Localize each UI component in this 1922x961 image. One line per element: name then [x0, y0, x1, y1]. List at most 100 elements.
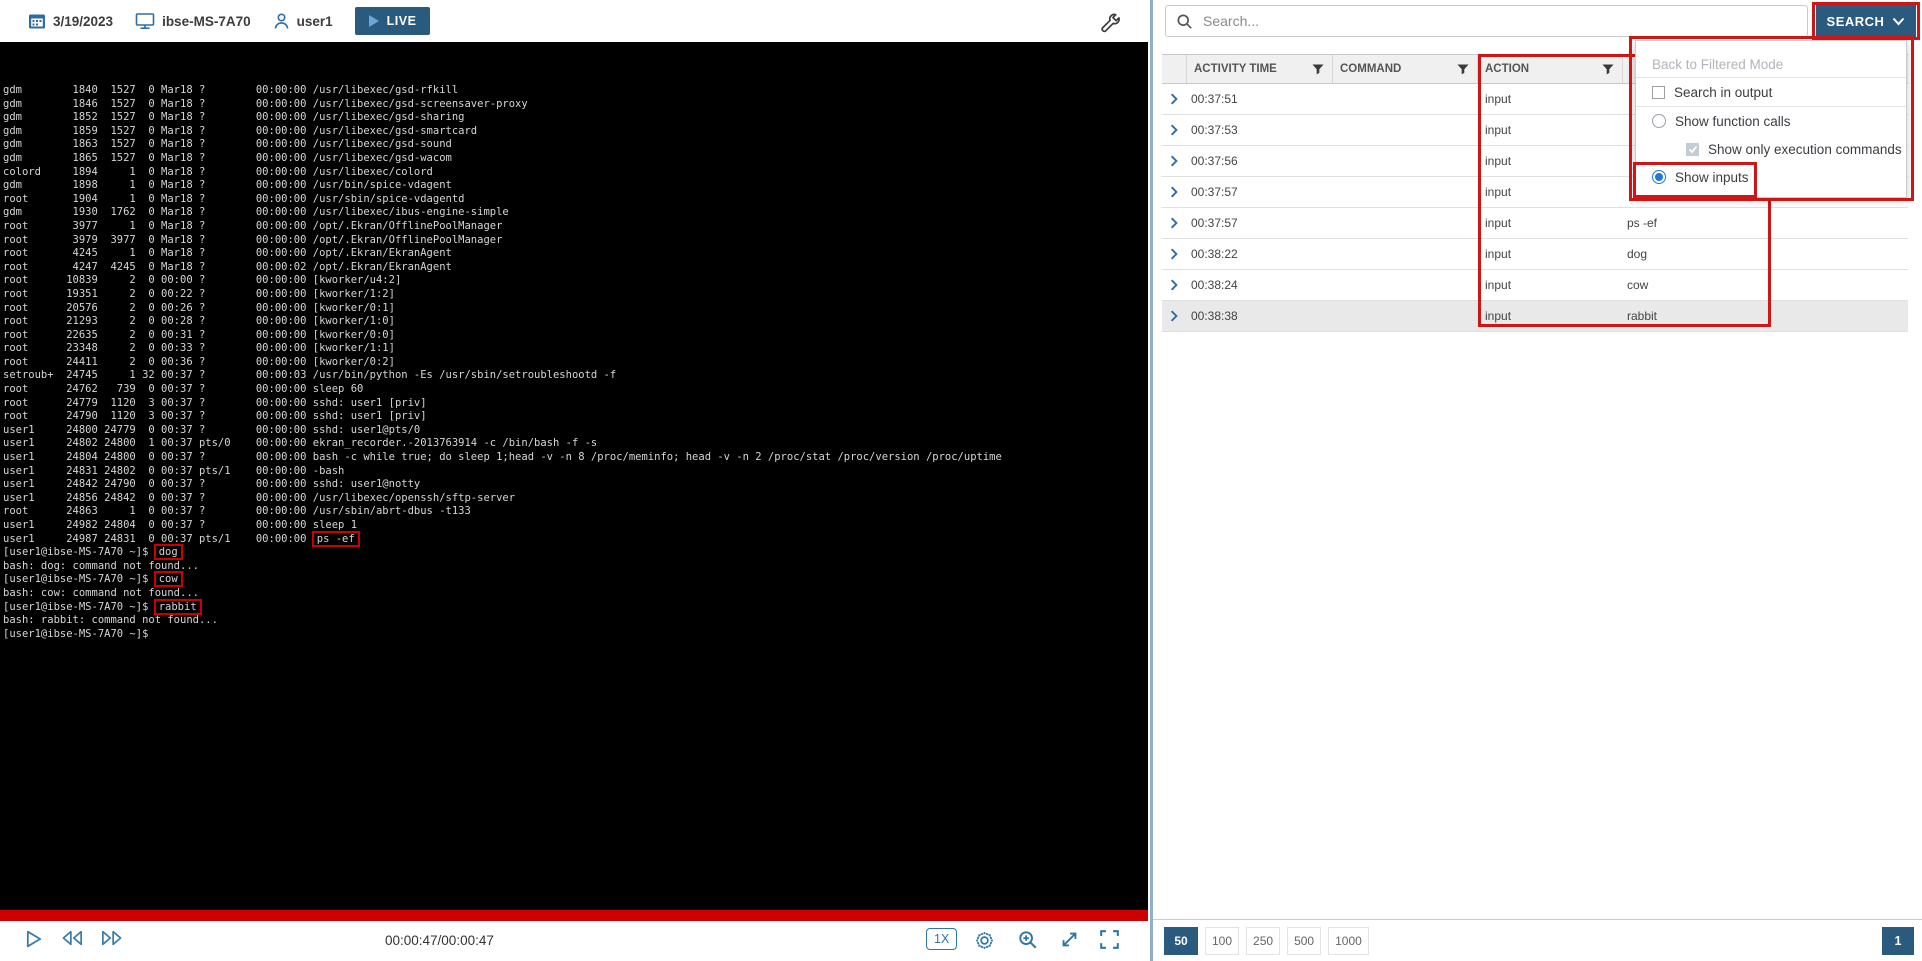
gear-icon[interactable] [974, 930, 995, 951]
search-bar [1165, 5, 1808, 37]
live-button[interactable]: LIVE [355, 7, 431, 35]
search-input[interactable] [1201, 12, 1807, 30]
terminal-line: [user1@ibse-MS-7A70 ~]$ cow [3, 573, 1148, 587]
page-size-50-button[interactable]: 50 [1164, 927, 1198, 955]
cell-activity-time: 00:38:38 [1186, 301, 1332, 331]
page-size-buttons: 501002505001000 [1164, 927, 1376, 955]
terminal-line: user1 24982 24804 0 00:37 ? 00:00:00 sle… [3, 519, 1148, 533]
terminal-line: gdm 1863 1527 0 Mar18 ? 00:00:00 /usr/li… [3, 138, 1148, 152]
cell-command [1332, 146, 1477, 176]
row-expand-chevron-icon[interactable] [1162, 239, 1186, 269]
search-icon [1176, 13, 1193, 30]
row-expand-chevron-icon[interactable] [1162, 208, 1186, 238]
terminal-line: root 22635 2 0 00:31 ? 00:00:00 [kworker… [3, 329, 1148, 343]
filter-funnel-icon[interactable] [1602, 64, 1614, 75]
cell-action: input [1477, 301, 1622, 331]
menu-item-show-only-execution-commands[interactable]: Show only execution commands [1636, 135, 1906, 163]
checkbox-checked-icon[interactable] [1686, 143, 1699, 156]
terminal-line: user1 24842 24790 0 00:37 ? 00:00:00 ssh… [3, 478, 1148, 492]
cell-action: input [1477, 270, 1622, 300]
cell-command [1332, 115, 1477, 145]
session-host: ibse-MS-7A70 [135, 12, 251, 30]
table-row[interactable]: 00:38:38 inputrabbit [1162, 301, 1908, 332]
playback-controls: 00:00:47/00:00:47 1X [0, 921, 1148, 961]
filter-funnel-icon[interactable] [1457, 64, 1469, 75]
menu-item-label: Show inputs [1675, 170, 1749, 185]
current-page-button[interactable]: 1 [1882, 927, 1914, 955]
row-expand-chevron-icon[interactable] [1162, 115, 1186, 145]
session-user: user1 [273, 12, 333, 30]
wrench-icon[interactable] [1100, 12, 1122, 34]
column-header-activity-time[interactable]: ACTIVITY TIME [1186, 55, 1332, 83]
zoom-in-icon[interactable] [1018, 930, 1038, 950]
cell-activity-time: 00:37:51 [1186, 84, 1332, 114]
playback-progress-bar[interactable] [0, 910, 1148, 921]
cell-action: input [1477, 115, 1622, 145]
terminal-line: gdm 1930 1762 0 Mar18 ? 00:00:00 /usr/li… [3, 206, 1148, 220]
session-user-label: user1 [297, 14, 333, 29]
cell-action: input [1477, 146, 1622, 176]
playback-speed-button[interactable]: 1X [926, 928, 957, 950]
action-header-label: ACTION [1485, 63, 1529, 75]
terminal-line: root 20576 2 0 00:26 ? 00:00:00 [kworker… [3, 302, 1148, 316]
highlighted-command: dog [154, 544, 183, 560]
terminal-line: root 24411 2 0 00:36 ? 00:00:00 [kworker… [3, 356, 1148, 370]
terminal-line: gdm 1865 1527 0 Mar18 ? 00:00:00 /usr/li… [3, 152, 1148, 166]
cell-action: input [1477, 177, 1622, 207]
menu-item-show-inputs[interactable]: Show inputs [1636, 163, 1906, 191]
checkbox-icon[interactable] [1652, 86, 1665, 99]
table-row[interactable]: 00:38:22inputdog [1162, 239, 1908, 270]
fast-forward-button[interactable] [100, 930, 124, 946]
radio-selected-icon[interactable] [1652, 170, 1666, 184]
cell-parameters: rabbit [1622, 301, 1908, 331]
menu-item-show-function-calls[interactable]: Show function calls [1636, 107, 1906, 135]
filter-funnel-icon[interactable] [1312, 64, 1324, 75]
rewind-button[interactable] [60, 930, 84, 946]
terminal-screen: gdm 1840 1527 0 Mar18 ? 00:00:00 /usr/li… [0, 42, 1148, 910]
row-expand-chevron-icon[interactable] [1162, 270, 1186, 300]
session-player-app: 3/19/2023 ibse-MS-7A70 user1 LIVE gdm 18… [0, 0, 1922, 961]
cell-activity-time: 00:37:53 [1186, 115, 1332, 145]
terminal-line: user1 24831 24802 0 00:37 pts/1 00:00:00… [3, 465, 1148, 479]
resize-icon[interactable] [1060, 930, 1079, 949]
cell-command [1332, 177, 1477, 207]
fullscreen-icon[interactable] [1100, 930, 1119, 949]
terminal-line: gdm 1898 1 0 Mar18 ? 00:00:00 /usr/bin/s… [3, 179, 1148, 193]
radio-icon[interactable] [1652, 114, 1666, 128]
playback-time: 00:00:47/00:00:47 [385, 933, 494, 948]
cell-activity-time: 00:38:24 [1186, 270, 1332, 300]
play-button[interactable] [25, 930, 43, 948]
live-button-label: LIVE [387, 14, 417, 28]
cell-activity-time: 00:38:22 [1186, 239, 1332, 269]
cell-action: input [1477, 208, 1622, 238]
page-size-250-button[interactable]: 250 [1246, 927, 1280, 955]
page-size-500-button[interactable]: 500 [1287, 927, 1321, 955]
row-expand-chevron-icon[interactable] [1162, 146, 1186, 176]
terminal-line: root 24863 1 0 00:37 ? 00:00:00 /usr/sbi… [3, 505, 1148, 519]
terminal-line: user1 24800 24779 0 00:37 ? 00:00:00 ssh… [3, 424, 1148, 438]
highlighted-command: cow [154, 571, 183, 587]
activity-time-header-label: ACTIVITY TIME [1194, 63, 1277, 75]
table-row[interactable]: 00:38:24inputcow [1162, 270, 1908, 301]
column-header-action[interactable]: ACTION [1477, 55, 1622, 83]
cell-activity-time: 00:37:56 [1186, 146, 1332, 176]
page-size-1000-button[interactable]: 1000 [1328, 927, 1369, 955]
terminal-line: root 24762 739 0 00:37 ? 00:00:00 sleep … [3, 383, 1148, 397]
row-expand-chevron-icon[interactable] [1162, 301, 1186, 331]
row-expand-chevron-icon[interactable] [1162, 177, 1186, 207]
column-header-command[interactable]: COMMAND [1332, 55, 1477, 83]
menu-item-search-in-output[interactable]: Search in output [1636, 78, 1906, 106]
menu-item-back-to-filtered-mode[interactable]: Back to Filtered Mode [1636, 51, 1906, 77]
terminal-line: root 24790 1120 3 00:37 ? 00:00:00 sshd:… [3, 410, 1148, 424]
table-row[interactable]: 00:37:57inputps -ef [1162, 208, 1908, 239]
cell-parameters: dog [1622, 239, 1908, 269]
terminal-line: root 3979 3977 0 Mar18 ? 00:00:00 /opt/.… [3, 234, 1148, 248]
terminal-line: [user1@ibse-MS-7A70 ~]$ [3, 628, 1148, 642]
terminal-line: root 19351 2 0 00:22 ? 00:00:00 [kworker… [3, 288, 1148, 302]
terminal-line: root 10839 2 0 00:00 ? 00:00:00 [kworker… [3, 274, 1148, 288]
cell-command [1332, 270, 1477, 300]
terminal-line: root 4245 1 0 Mar18 ? 00:00:00 /opt/.Ekr… [3, 247, 1148, 261]
page-size-100-button[interactable]: 100 [1205, 927, 1239, 955]
search-button[interactable]: SEARCH [1816, 5, 1916, 37]
row-expand-chevron-icon[interactable] [1162, 84, 1186, 114]
